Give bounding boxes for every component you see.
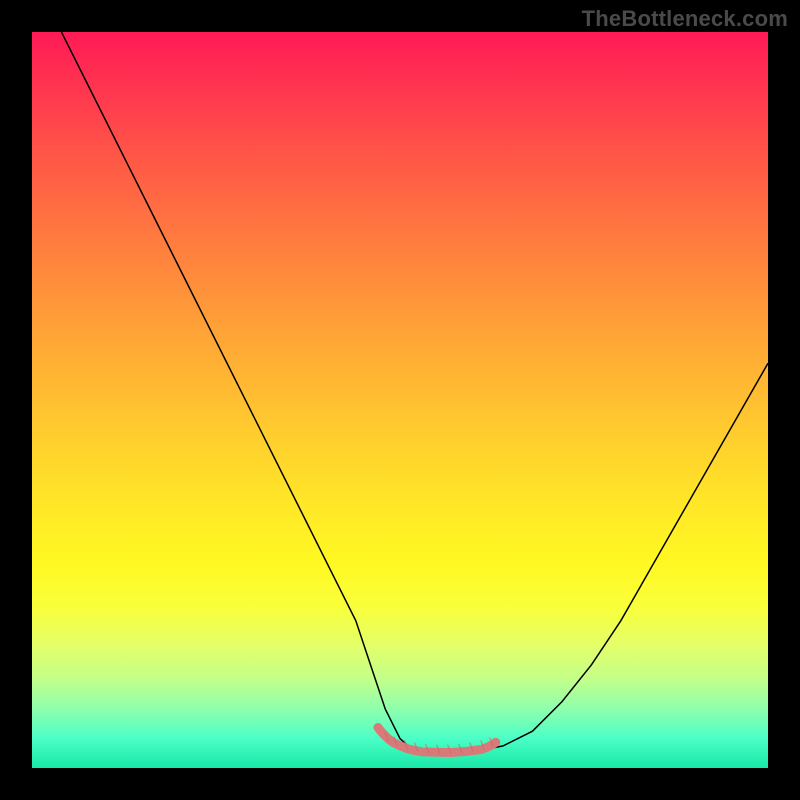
watermark-text: TheBottleneck.com: [582, 6, 788, 32]
plot-area: [32, 32, 768, 768]
chart-frame: TheBottleneck.com: [0, 0, 800, 800]
optimal-band-layer: [32, 32, 768, 768]
